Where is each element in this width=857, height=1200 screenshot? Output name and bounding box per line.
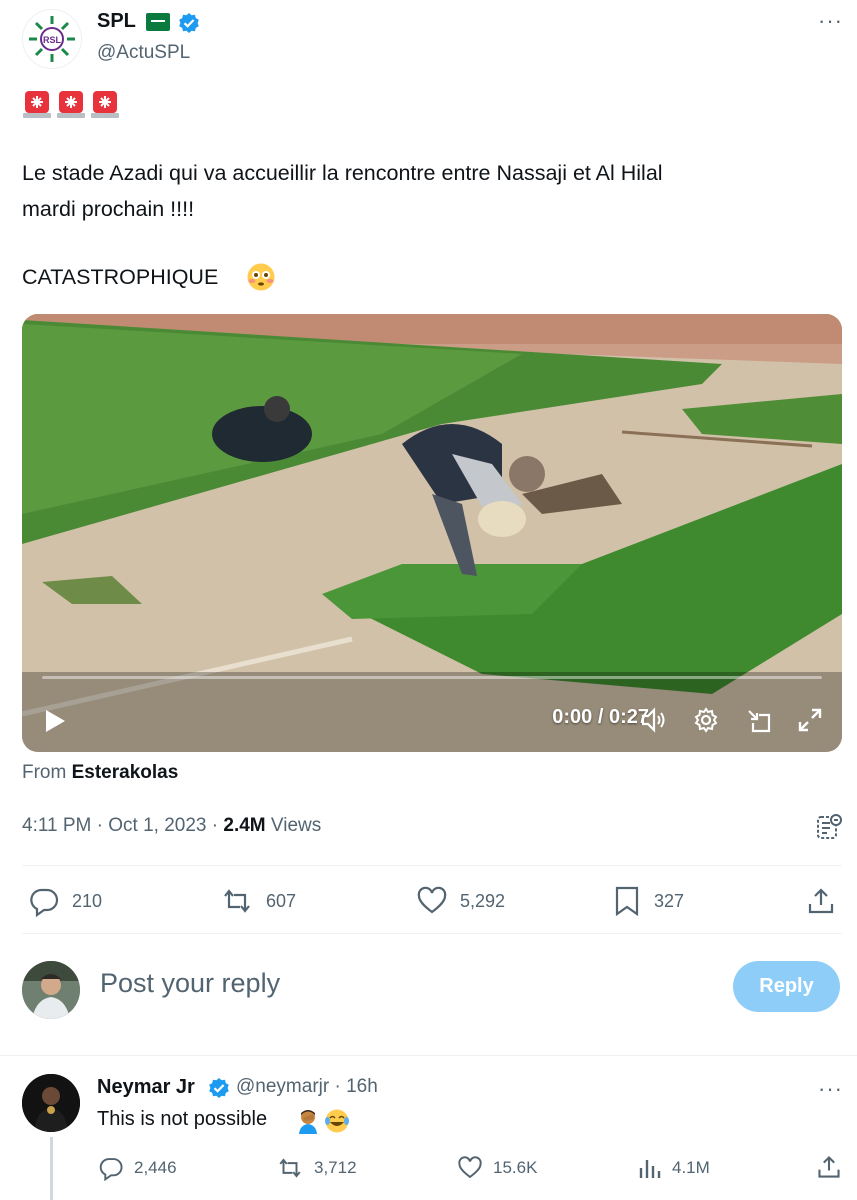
commenter-avatar[interactable] bbox=[22, 1074, 80, 1132]
repost-count: 607 bbox=[266, 890, 297, 911]
comment-like-count: 15.6K bbox=[493, 1158, 538, 1177]
tweet-text-line: CATASTROPHIQUE bbox=[22, 265, 219, 289]
share-icon[interactable] bbox=[806, 886, 836, 916]
author-handle[interactable]: @ActuSPL bbox=[97, 42, 190, 64]
commenter-name[interactable]: Neymar Jr bbox=[97, 1076, 195, 1099]
views-bar-chart-icon bbox=[639, 1160, 661, 1178]
tweet-text-line: Le stade Azadi qui va accueillir la renc… bbox=[22, 161, 663, 185]
flushed-face-icon bbox=[247, 263, 275, 291]
comment-time[interactable]: 16h bbox=[346, 1076, 378, 1097]
comment-reply-count: 2,446 bbox=[134, 1158, 177, 1177]
comment-share-icon[interactable] bbox=[816, 1154, 842, 1180]
man-facepalming-icon bbox=[299, 1110, 317, 1134]
divider bbox=[22, 933, 842, 934]
comment-views-action[interactable]: 4.1M bbox=[638, 1154, 710, 1182]
views-count: 2.4M bbox=[223, 815, 266, 836]
police-light-icon bbox=[91, 91, 119, 118]
post-analytics-icon[interactable] bbox=[815, 813, 843, 841]
comment-views-count: 4.1M bbox=[672, 1158, 710, 1177]
bookmark-action[interactable]: 327 bbox=[612, 884, 684, 918]
repost-icon bbox=[224, 889, 250, 913]
reply-count: 210 bbox=[72, 890, 103, 911]
comment-like-action[interactable]: 15.6K bbox=[457, 1154, 537, 1182]
divider bbox=[0, 1055, 857, 1056]
settings-gear-icon[interactable] bbox=[693, 707, 719, 733]
more-options-icon[interactable]: ··· bbox=[818, 8, 843, 34]
repost-icon bbox=[279, 1158, 301, 1178]
verified-badge-icon bbox=[209, 1078, 229, 1098]
police-light-icon bbox=[23, 91, 51, 118]
heart-icon bbox=[417, 886, 447, 914]
verified-badge-icon bbox=[179, 13, 199, 33]
thread-line bbox=[50, 1137, 53, 1200]
bookmark-count: 327 bbox=[654, 890, 685, 911]
tweet-date[interactable]: Oct 1, 2023 bbox=[108, 815, 206, 836]
pip-dock-icon[interactable] bbox=[745, 707, 773, 735]
comment-repost-count: 3,712 bbox=[314, 1158, 357, 1177]
current-user-avatar[interactable] bbox=[22, 961, 80, 1019]
tweet-metadata: 4:11 PM · Oct 1, 2023 · 2.4M Views bbox=[22, 815, 322, 836]
heart-icon bbox=[458, 1156, 482, 1179]
play-icon[interactable] bbox=[43, 708, 67, 734]
saudi-arabia-flag-icon bbox=[146, 13, 170, 31]
video-player[interactable] bbox=[22, 314, 842, 752]
fullscreen-icon[interactable] bbox=[797, 707, 823, 733]
avatar-logo-text: RSL bbox=[43, 35, 62, 45]
comment-reply-action[interactable]: 2,446 bbox=[98, 1154, 177, 1182]
police-light-icon bbox=[57, 91, 85, 118]
face-with-tears-of-joy-icon bbox=[325, 1109, 349, 1133]
reply-bubble-icon bbox=[30, 888, 59, 917]
from-account-link[interactable]: Esterakolas bbox=[72, 762, 179, 783]
tweet-time[interactable]: 4:11 PM bbox=[22, 815, 91, 836]
bookmark-icon bbox=[615, 886, 639, 917]
author-name[interactable]: SPL bbox=[97, 10, 136, 33]
tweet-text-line: mardi prochain !!!! bbox=[22, 197, 195, 221]
video-frame bbox=[22, 314, 842, 752]
reply-input[interactable]: Post your reply bbox=[100, 968, 280, 999]
from-label: From bbox=[22, 762, 67, 783]
like-action[interactable]: 5,292 bbox=[416, 884, 505, 918]
commenter-handle[interactable]: @neymarjr bbox=[236, 1076, 329, 1097]
views-label: Views bbox=[270, 815, 322, 836]
comment-repost-action[interactable]: 3,712 bbox=[276, 1154, 357, 1182]
reply-action[interactable]: 210 bbox=[28, 884, 102, 918]
comment-text: This is not possible bbox=[97, 1108, 268, 1130]
like-count: 5,292 bbox=[460, 890, 506, 911]
video-source: From Esterakolas bbox=[22, 762, 178, 784]
reply-bubble-icon bbox=[99, 1158, 123, 1181]
comment-more-options-icon[interactable]: ··· bbox=[818, 1076, 843, 1102]
commenter-meta: @neymarjr · 16h bbox=[236, 1076, 378, 1097]
reply-button[interactable]: Reply bbox=[733, 961, 840, 1012]
video-time: 0:00 / 0:27 bbox=[552, 706, 649, 728]
repost-action[interactable]: 607 bbox=[220, 884, 296, 918]
divider bbox=[22, 865, 842, 866]
volume-muted-icon[interactable] bbox=[640, 706, 668, 734]
author-avatar[interactable]: RSL bbox=[22, 9, 82, 69]
